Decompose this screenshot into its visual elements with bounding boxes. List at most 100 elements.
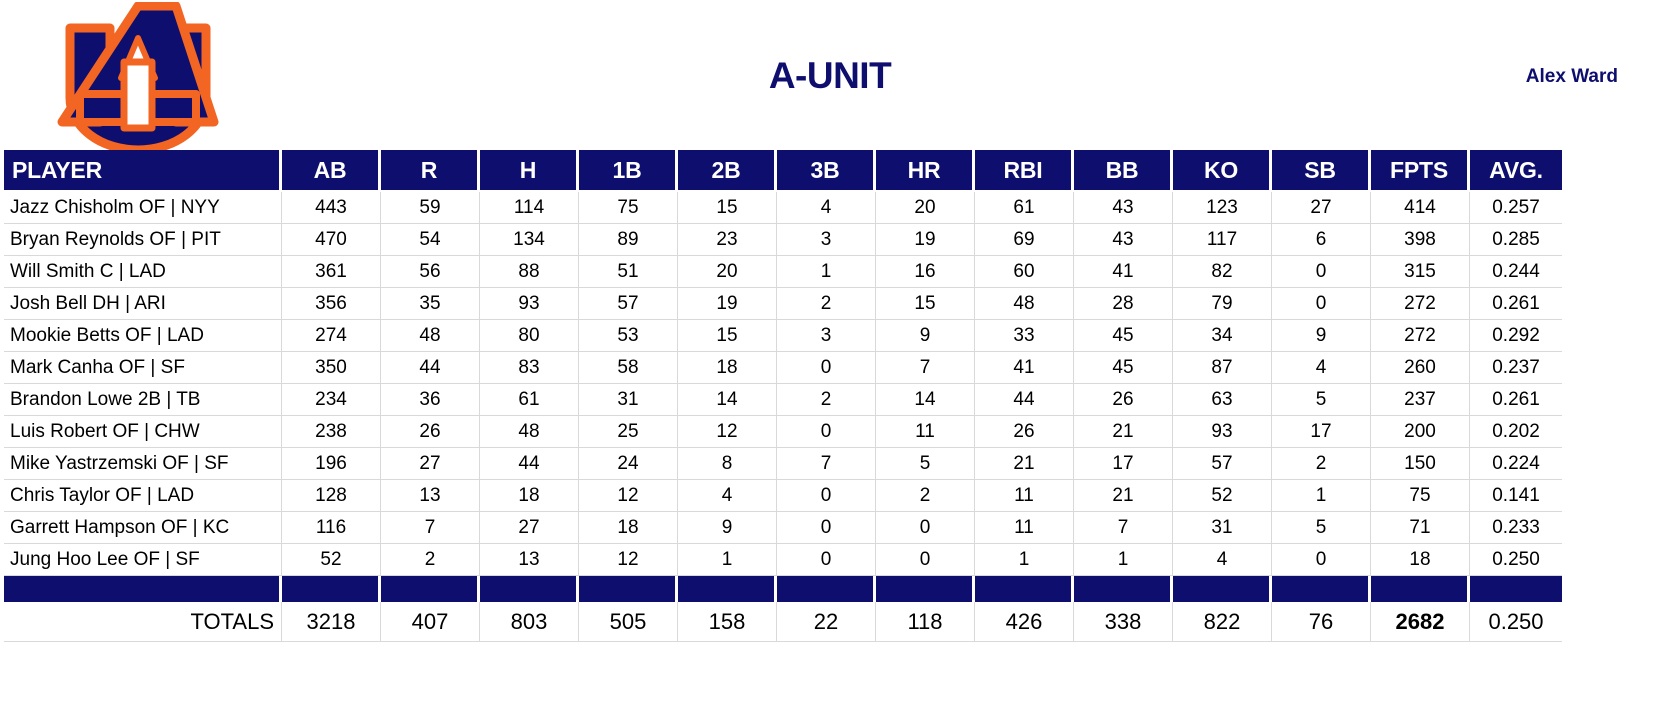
table-header: PLAYER AB R H 1B 2B 3B HR RBI BB KO SB F… bbox=[4, 150, 1562, 192]
stat-cell-3b: 3 bbox=[777, 320, 876, 352]
column-header-sb[interactable]: SB bbox=[1272, 150, 1371, 192]
stat-cell-hr: 0 bbox=[876, 544, 975, 576]
totals-ab: 3218 bbox=[282, 602, 381, 642]
player-name-cell[interactable]: Will Smith C | LAD bbox=[4, 256, 282, 288]
table-row[interactable]: Bryan Reynolds OF | PIT 470 54 134 89 23 3 19 69… bbox=[4, 224, 1562, 256]
stat-cell-1b: 57 bbox=[579, 288, 678, 320]
table-row[interactable]: Mookie Betts OF | LAD 274 48 80 53 15 3 9 33 45 34… bbox=[4, 320, 1562, 352]
stat-cell-h: 83 bbox=[480, 352, 579, 384]
separator-cell bbox=[1470, 576, 1562, 602]
stat-cell-sb: 5 bbox=[1272, 384, 1371, 416]
stat-cell-r: 35 bbox=[381, 288, 480, 320]
player-name-cell[interactable]: Jung Hoo Lee OF | SF bbox=[4, 544, 282, 576]
stat-cell-avg: 0.141 bbox=[1470, 480, 1562, 512]
stat-cell-bb: 41 bbox=[1074, 256, 1173, 288]
stat-cell-h: 27 bbox=[480, 512, 579, 544]
stat-cell-bb: 7 bbox=[1074, 512, 1173, 544]
table-row[interactable]: Will Smith C | LAD 361 56 88 51 20 1 16 60 41 82 0 3… bbox=[4, 256, 1562, 288]
stat-cell-ko: 63 bbox=[1173, 384, 1272, 416]
stat-cell-hr: 7 bbox=[876, 352, 975, 384]
stat-cell-bb: 28 bbox=[1074, 288, 1173, 320]
stat-cell-h: 61 bbox=[480, 384, 579, 416]
stat-cell-r: 44 bbox=[381, 352, 480, 384]
stat-cell-rbi: 41 bbox=[975, 352, 1074, 384]
player-name-cell[interactable]: Jazz Chisholm OF | NYY bbox=[4, 192, 282, 224]
stat-cell-avg: 0.250 bbox=[1470, 544, 1562, 576]
totals-sb: 76 bbox=[1272, 602, 1371, 642]
stat-cell-ab: 116 bbox=[282, 512, 381, 544]
column-header-ko[interactable]: KO bbox=[1173, 150, 1272, 192]
stat-cell-rbi: 26 bbox=[975, 416, 1074, 448]
column-header-bb[interactable]: BB bbox=[1074, 150, 1173, 192]
player-name-cell[interactable]: Mike Yastrzemski OF | SF bbox=[4, 448, 282, 480]
column-header-ab[interactable]: AB bbox=[282, 150, 381, 192]
table-row[interactable]: Brandon Lowe 2B | TB 234 36 61 31 14 2 14 44 26 63… bbox=[4, 384, 1562, 416]
column-header-fpts[interactable]: FPTS bbox=[1371, 150, 1470, 192]
separator-cell bbox=[1272, 576, 1371, 602]
player-name-cell[interactable]: Luis Robert OF | CHW bbox=[4, 416, 282, 448]
stat-cell-h: 93 bbox=[480, 288, 579, 320]
stat-cell-hr: 9 bbox=[876, 320, 975, 352]
player-name-cell[interactable]: Garrett Hampson OF | KC bbox=[4, 512, 282, 544]
stat-cell-hr: 11 bbox=[876, 416, 975, 448]
stat-cell-2b: 8 bbox=[678, 448, 777, 480]
stat-cell-r: 7 bbox=[381, 512, 480, 544]
column-header-rbi[interactable]: RBI bbox=[975, 150, 1074, 192]
stat-cell-ko: 123 bbox=[1173, 192, 1272, 224]
table-row[interactable]: Chris Taylor OF | LAD 128 13 18 12 4 0 2 11 21 52 1… bbox=[4, 480, 1562, 512]
stat-cell-h: 134 bbox=[480, 224, 579, 256]
table-row[interactable]: Mark Canha OF | SF 350 44 83 58 18 0 7 41 45 87 4 26… bbox=[4, 352, 1562, 384]
stat-cell-ab: 128 bbox=[282, 480, 381, 512]
stat-cell-bb: 43 bbox=[1074, 224, 1173, 256]
column-header-2b[interactable]: 2B bbox=[678, 150, 777, 192]
stat-cell-2b: 1 bbox=[678, 544, 777, 576]
player-name-cell[interactable]: Brandon Lowe 2B | TB bbox=[4, 384, 282, 416]
stat-cell-ab: 274 bbox=[282, 320, 381, 352]
stat-cell-1b: 75 bbox=[579, 192, 678, 224]
stat-cell-hr: 14 bbox=[876, 384, 975, 416]
stat-cell-ab: 356 bbox=[282, 288, 381, 320]
stat-cell-avg: 0.261 bbox=[1470, 288, 1562, 320]
player-name-cell[interactable]: Mookie Betts OF | LAD bbox=[4, 320, 282, 352]
stat-cell-r: 13 bbox=[381, 480, 480, 512]
stat-cell-bb: 21 bbox=[1074, 416, 1173, 448]
stat-cell-r: 59 bbox=[381, 192, 480, 224]
player-name-cell[interactable]: Bryan Reynolds OF | PIT bbox=[4, 224, 282, 256]
column-header-h[interactable]: H bbox=[480, 150, 579, 192]
stat-cell-1b: 12 bbox=[579, 544, 678, 576]
column-header-hr[interactable]: HR bbox=[876, 150, 975, 192]
stat-cell-2b: 15 bbox=[678, 320, 777, 352]
stat-cell-sb: 1 bbox=[1272, 480, 1371, 512]
table-row[interactable]: Josh Bell DH | ARI 356 35 93 57 19 2 15 48 28 79 0 2… bbox=[4, 288, 1562, 320]
column-header-3b[interactable]: 3B bbox=[777, 150, 876, 192]
player-name-cell[interactable]: Chris Taylor OF | LAD bbox=[4, 480, 282, 512]
totals-avg: 0.250 bbox=[1470, 602, 1562, 642]
stat-cell-avg: 0.202 bbox=[1470, 416, 1562, 448]
table-row[interactable]: Luis Robert OF | CHW 238 26 48 25 12 0 11 26 21 93… bbox=[4, 416, 1562, 448]
column-header-avg[interactable]: AVG. bbox=[1470, 150, 1562, 192]
totals-fpts: 2682 bbox=[1371, 602, 1470, 642]
stat-cell-fpts: 18 bbox=[1371, 544, 1470, 576]
stat-cell-fpts: 75 bbox=[1371, 480, 1470, 512]
player-name-cell[interactable]: Mark Canha OF | SF bbox=[4, 352, 282, 384]
column-header-1b[interactable]: 1B bbox=[579, 150, 678, 192]
column-header-r[interactable]: R bbox=[381, 150, 480, 192]
stat-cell-fpts: 200 bbox=[1371, 416, 1470, 448]
stat-cell-2b: 19 bbox=[678, 288, 777, 320]
stat-cell-bb: 17 bbox=[1074, 448, 1173, 480]
table-row[interactable]: Jung Hoo Lee OF | SF 52 2 13 12 1 0 0 1 1 4 0 18 0.25… bbox=[4, 544, 1562, 576]
column-header-player[interactable]: PLAYER bbox=[4, 150, 282, 192]
stat-cell-fpts: 315 bbox=[1371, 256, 1470, 288]
table-row[interactable]: Jazz Chisholm OF | NYY 443 59 114 75 15 4 20 61 4… bbox=[4, 192, 1562, 224]
stat-cell-ab: 361 bbox=[282, 256, 381, 288]
stat-cell-hr: 2 bbox=[876, 480, 975, 512]
table-row[interactable]: Mike Yastrzemski OF | SF 196 27 44 24 8 7 5 21 17… bbox=[4, 448, 1562, 480]
stat-cell-ab: 443 bbox=[282, 192, 381, 224]
table-row[interactable]: Garrett Hampson OF | KC 116 7 27 18 9 0 0 11 7 31 5… bbox=[4, 512, 1562, 544]
stat-cell-sb: 2 bbox=[1272, 448, 1371, 480]
stat-cell-fpts: 71 bbox=[1371, 512, 1470, 544]
stat-cell-hr: 16 bbox=[876, 256, 975, 288]
separator-cell bbox=[480, 576, 579, 602]
stat-cell-sb: 17 bbox=[1272, 416, 1371, 448]
player-name-cell[interactable]: Josh Bell DH | ARI bbox=[4, 288, 282, 320]
